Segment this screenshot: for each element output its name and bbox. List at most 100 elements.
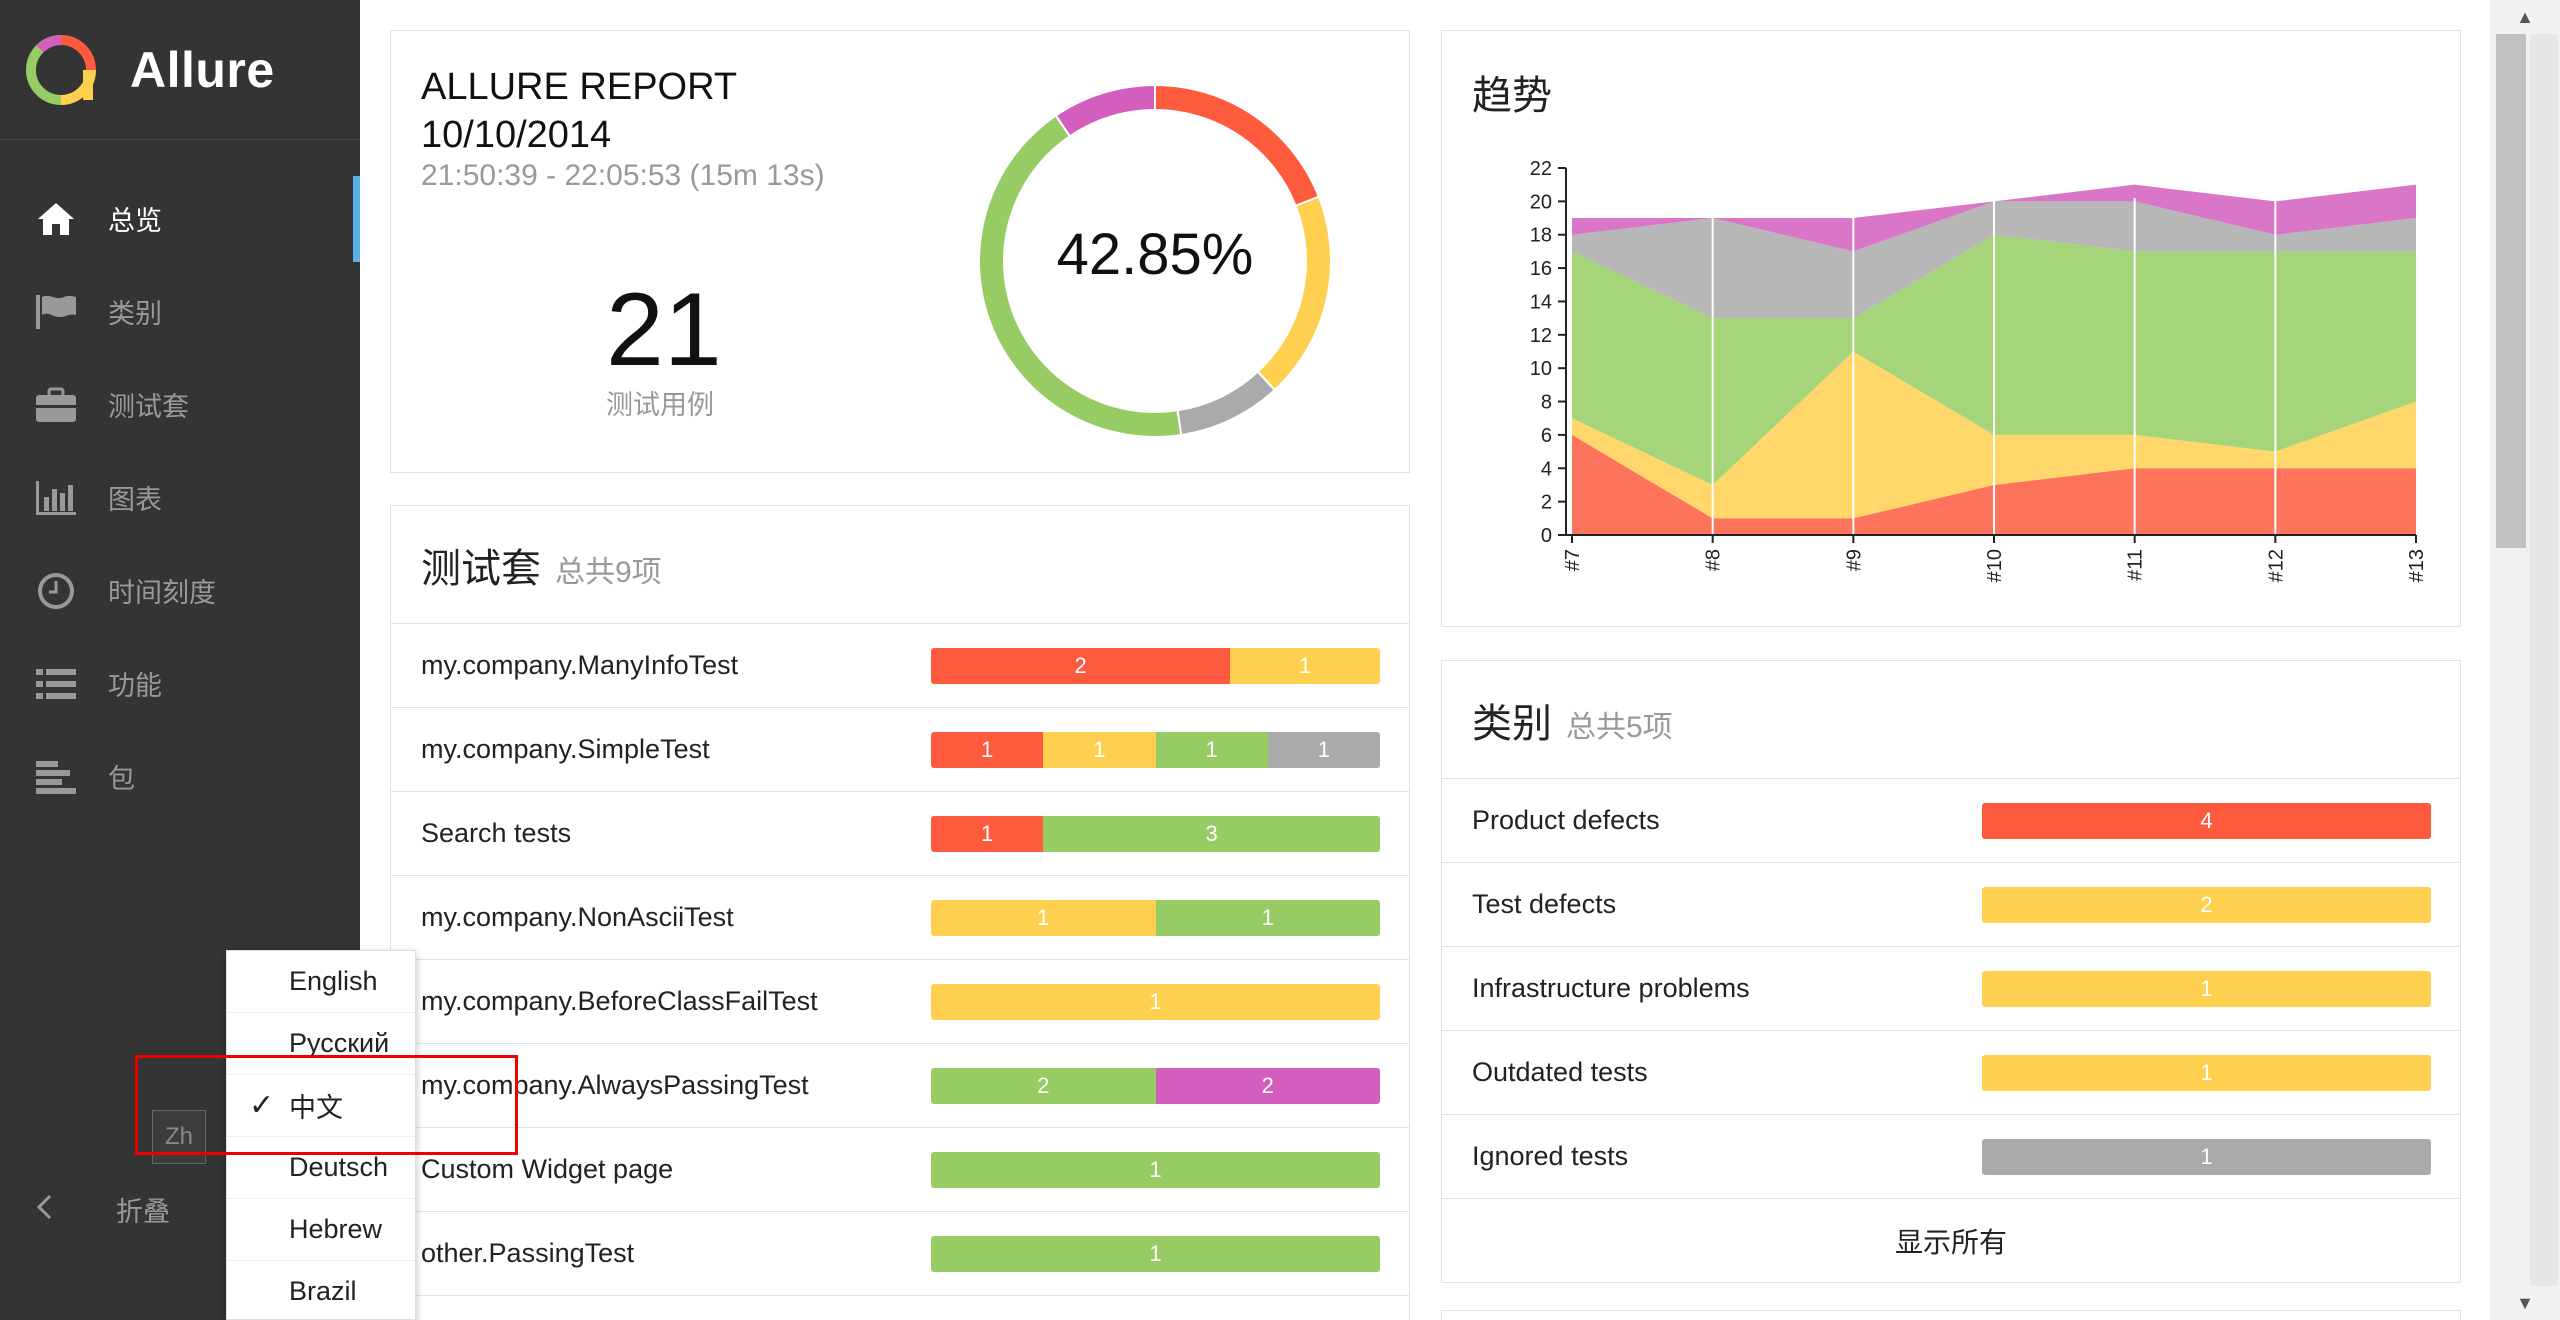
- status-bar: 13: [931, 816, 1380, 852]
- language-label: English: [289, 966, 378, 996]
- categories-widget: 类别 总共5项 Product defects 4 Test defects 2 Inf…: [1441, 660, 2461, 1283]
- scrollbar-track[interactable]: [2530, 34, 2558, 1286]
- status-segment-failed: 2: [931, 648, 1231, 684]
- trend-y-tick-label: 18: [1530, 225, 1552, 247]
- trend-widget: 趋势 0 2 4 6 8 10 12 14 16 18 20 22 #7 #8 #9 #10 #11 #12 #13: [1441, 30, 2461, 627]
- trend-x-tick-label: #9: [1843, 549, 1865, 571]
- suite-name: Custom Widget page: [421, 1154, 674, 1184]
- trend-y-tick-label: 8: [1541, 392, 1552, 414]
- donut-slice-skipped[interactable]: [1176, 370, 1277, 437]
- list-item[interactable]: Infrastructure problems 1: [1442, 947, 2460, 1031]
- list-item[interactable]: Test defects 2: [1442, 863, 2460, 947]
- list-icon: [34, 662, 78, 706]
- status-bar: 11: [931, 900, 1380, 936]
- suite-name: my.company.AlwaysPassingTest: [421, 1070, 809, 1100]
- suites-widget: 测试套 总共9项 my.company.ManyInfoTest 2 1 my.com…: [390, 505, 1410, 1320]
- language-option-chinese[interactable]: ✓ 中文: [227, 1075, 415, 1137]
- status-segment-passed: 1: [1155, 900, 1380, 936]
- trend-x-tick-label: #13: [2406, 549, 2428, 582]
- report-date: 10/10/2014: [421, 114, 612, 156]
- status-bar: 1: [931, 1236, 1380, 1272]
- list-item[interactable]: Search tests 1 3: [391, 792, 1409, 876]
- trend-y-tick-label: 10: [1530, 358, 1552, 380]
- list-item[interactable]: my.company.BeforeClassFailTest 1: [391, 960, 1409, 1044]
- app-title: Allure: [130, 41, 275, 98]
- status-segment-broken: 1: [931, 984, 1380, 1020]
- suites-list: my.company.ManyInfoTest 2 1 my.company.Simp…: [391, 624, 1409, 1296]
- next-widget: [1441, 1310, 2461, 1320]
- status-segment-broken: 1: [1982, 971, 2431, 1007]
- list-item[interactable]: my.company.ManyInfoTest 2 1: [391, 624, 1409, 708]
- category-name: Infrastructure problems: [1472, 973, 1750, 1003]
- status-segment-passed: 2: [931, 1068, 1156, 1104]
- list-item[interactable]: my.company.SimpleTest 1 1 1 1: [391, 708, 1409, 792]
- status-segment-broken: 2: [1982, 887, 2431, 923]
- status-bar: 1: [931, 1152, 1380, 1188]
- categories-list: Product defects 4 Test defects 2 Infrastruct…: [1442, 779, 2460, 1199]
- status-segment-broken: 1: [1982, 1055, 2431, 1091]
- list-item[interactable]: my.company.AlwaysPassingTest 2 2: [391, 1044, 1409, 1128]
- sidebar-item-overview[interactable]: 总览: [0, 172, 360, 265]
- sidebar-item-timeline[interactable]: 时间刻度: [0, 544, 360, 637]
- language-button[interactable]: Zh: [152, 1110, 206, 1164]
- status-segment-passed: 1: [931, 1152, 1380, 1188]
- sidebar-item-packages[interactable]: 包: [0, 730, 360, 823]
- scrollbar-thumb[interactable]: [2496, 34, 2526, 548]
- status-segment-unknown: 2: [1155, 1068, 1380, 1104]
- list-item[interactable]: my.company.NonAsciiTest 1 1: [391, 876, 1409, 960]
- list-item[interactable]: Ignored tests 1: [1442, 1115, 2460, 1199]
- scroll-down-icon[interactable]: ▼: [2490, 1286, 2560, 1320]
- sidebar-item-label: 包: [108, 764, 135, 794]
- chevron-left-icon: [34, 1192, 54, 1227]
- sidebar-item-categories[interactable]: 类别: [0, 265, 360, 358]
- testcases-label: 测试用例: [606, 390, 714, 420]
- status-bar: 1: [1982, 1139, 2431, 1175]
- status-bar: 1: [1982, 971, 2431, 1007]
- align-left-icon: [34, 755, 78, 799]
- suite-name: my.company.BeforeClassFailTest: [421, 986, 818, 1016]
- categories-count: 总共5项: [1566, 710, 1673, 744]
- language-option-brazil[interactable]: Brazil: [227, 1261, 415, 1320]
- collapse-label: 折叠: [116, 1197, 170, 1227]
- show-all-link[interactable]: 显示所有: [1442, 1199, 2460, 1283]
- allure-logo-icon: [26, 34, 96, 105]
- report-title-line1: ALLURE REPORT: [421, 66, 738, 108]
- list-item[interactable]: Product defects 4: [1442, 779, 2460, 863]
- collapse-button[interactable]: 折叠: [34, 1190, 170, 1229]
- status-bar: 1: [1982, 1055, 2431, 1091]
- report-title: ALLURE REPORT 10/10/2014: [421, 63, 737, 159]
- sidebar-item-behaviors[interactable]: 功能: [0, 637, 360, 730]
- language-option-hebrew[interactable]: Hebrew: [227, 1199, 415, 1261]
- trend-x-tick-label: #12: [2265, 549, 2287, 582]
- list-item[interactable]: Custom Widget page 1: [391, 1128, 1409, 1212]
- trend-y-tick-label: 16: [1530, 258, 1552, 280]
- sidebar-item-graphs[interactable]: 图表: [0, 451, 360, 544]
- brand[interactable]: Allure: [0, 0, 360, 140]
- list-item[interactable]: other.PassingTest 1: [391, 1212, 1409, 1296]
- sidebar-item-label: 总览: [108, 206, 162, 236]
- status-segment-broken: 1: [1230, 648, 1380, 684]
- sidebar-item-label: 功能: [108, 671, 162, 701]
- donut-slice-unknown[interactable]: [1054, 83, 1156, 138]
- trend-chart: 0 2 4 6 8 10 12 14 16 18 20 22 #7 #8 #9 #10 #11 #12 #13: [1530, 158, 2428, 582]
- scrollbar[interactable]: ▲ ▼: [2490, 0, 2560, 1320]
- status-segment-failed: 1: [931, 816, 1044, 852]
- sidebar-nav: 总览 类别 测试套 图表 时间刻度 功能 包: [0, 172, 360, 823]
- language-option-english[interactable]: English: [227, 951, 415, 1013]
- sidebar-item-label: 测试套: [108, 392, 189, 422]
- trend-x-tick-label: #11: [2125, 549, 2147, 581]
- language-option-russian[interactable]: Русский: [227, 1013, 415, 1075]
- list-item[interactable]: Outdated tests 1: [1442, 1031, 2460, 1115]
- testcases-count: 21: [606, 272, 722, 388]
- success-rate: 42.85%: [1056, 222, 1254, 287]
- report-time: 21:50:39 - 22:05:53 (15m 13s): [421, 159, 825, 192]
- language-option-german[interactable]: Deutsch: [227, 1137, 415, 1199]
- status-segment-failed: 1: [931, 732, 1044, 768]
- sidebar-item-label: 图表: [108, 485, 162, 515]
- clock-icon: [34, 569, 78, 613]
- sidebar-item-suites[interactable]: 测试套: [0, 358, 360, 451]
- summary-widget: ALLURE REPORT 10/10/2014 21:50:39 - 22:0…: [390, 30, 1410, 473]
- donut-slice-failed[interactable]: [1154, 83, 1321, 208]
- scroll-up-icon[interactable]: ▲: [2490, 0, 2560, 34]
- suites-count: 总共9项: [555, 555, 662, 589]
